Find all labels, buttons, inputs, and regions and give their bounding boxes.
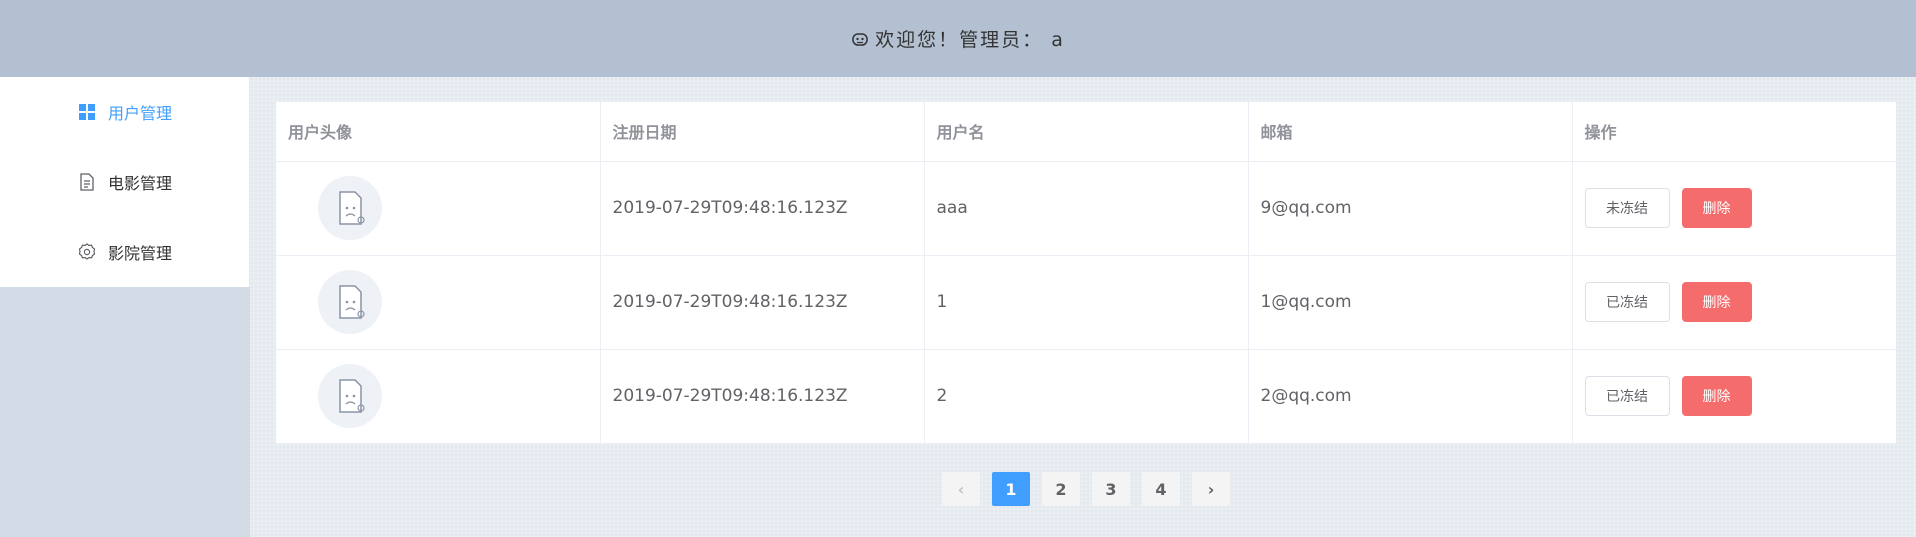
menu-item-label: 影院管理 [108,244,173,263]
page-button-3[interactable]: 3 [1092,472,1130,506]
document-icon [78,173,96,191]
delete-button[interactable]: 删除 [1681,282,1752,322]
email: 2@qq.com [1248,349,1573,444]
app-header: 欢迎您！管理员： a [0,0,1916,77]
broken-image-icon [318,176,382,240]
side-menu: 用户管理 电影管理 影院管理 [0,77,250,287]
register-date: 2019-07-29T09:48:16.123Z [600,255,925,350]
grid-icon [78,103,96,121]
robot-icon [852,32,868,46]
menu-item-cinemas[interactable]: 影院管理 [0,217,249,287]
column-header: 邮箱 [1248,102,1573,162]
email: 9@qq.com [1248,161,1573,256]
next-page-button[interactable]: › [1192,472,1230,506]
prev-page-button[interactable]: ‹ [942,472,980,506]
page-button-1[interactable]: 1 [992,472,1030,506]
table-row: 2019-07-29T09:48:16.123Z aaa 9@qq.com 未冻… [276,161,1896,256]
username: 2 [924,349,1249,444]
column-header: 操作 [1572,102,1896,162]
username: aaa [924,161,1249,256]
menu-item-label: 用户管理 [108,104,173,123]
page-button-4[interactable]: 4 [1142,472,1180,506]
menu-item-label: 电影管理 [108,174,173,193]
users-table: 用户头像 注册日期 用户名 邮箱 操作 2019-07-29T09:48:16.… [276,102,1896,444]
pagination: ‹ 1 2 3 4 › [942,472,1230,506]
freeze-toggle-button[interactable]: 已冻结 [1584,376,1670,416]
menu-item-users[interactable]: 用户管理 [0,77,249,147]
broken-image-icon [318,270,382,334]
username: 1 [924,255,1249,350]
table-header-row: 用户头像 注册日期 用户名 邮箱 操作 [276,102,1896,162]
delete-button[interactable]: 删除 [1681,376,1752,416]
register-date: 2019-07-29T09:48:16.123Z [600,349,925,444]
freeze-toggle-button[interactable]: 已冻结 [1584,282,1670,322]
page-button-2[interactable]: 2 [1042,472,1080,506]
menu-item-movies[interactable]: 电影管理 [0,147,249,217]
register-date: 2019-07-29T09:48:16.123Z [600,161,925,256]
main-content: 用户头像 注册日期 用户名 邮箱 操作 2019-07-29T09:48:16.… [250,77,1916,537]
broken-image-icon [318,364,382,428]
table-row: 2019-07-29T09:48:16.123Z 2 2@qq.com 已冻结删… [276,349,1896,444]
column-header: 用户名 [924,102,1249,162]
email: 1@qq.com [1248,255,1573,350]
column-header: 注册日期 [600,102,925,162]
gear-icon [78,243,96,261]
welcome-text: 欢迎您！管理员： a [875,29,1065,51]
column-header: 用户头像 [276,102,601,162]
table-row: 2019-07-29T09:48:16.123Z 1 1@qq.com 已冻结删… [276,255,1896,350]
freeze-toggle-button[interactable]: 未冻结 [1584,188,1670,228]
delete-button[interactable]: 删除 [1681,188,1752,228]
